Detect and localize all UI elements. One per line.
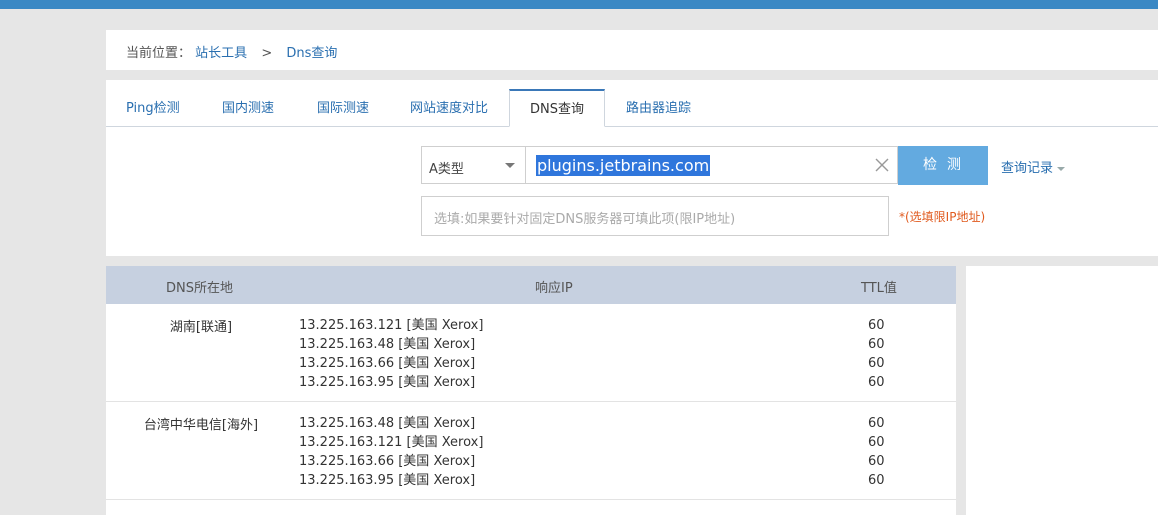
- header-ttl: TTL值: [861, 281, 897, 296]
- record-type-value: A类型: [429, 162, 464, 177]
- query-history-dropdown[interactable]: 查询记录: [1001, 157, 1066, 176]
- row-ttl: 60: [868, 416, 885, 431]
- tab-traceroute[interactable]: 路由器追踪: [626, 90, 691, 126]
- query-history-label: 查询记录: [1001, 161, 1054, 176]
- breadcrumb-separator: >: [261, 46, 273, 61]
- row-ip: 13.225.163.121 [美国 Xerox]: [299, 435, 484, 450]
- breadcrumb: 当前位置： 站长工具 > Dns查询: [126, 42, 337, 61]
- header-response-ip: 响应IP: [535, 281, 573, 296]
- breadcrumb-link-webmaster-tools[interactable]: 站长工具: [195, 46, 247, 61]
- row-ttl: 60: [868, 337, 885, 352]
- record-type-select[interactable]: A类型: [421, 146, 526, 184]
- domain-input[interactable]: plugins.jetbrains.com: [526, 146, 898, 184]
- row-location: 台湾中华电信[海外]: [143, 418, 259, 433]
- header-dns-location: DNS所在地: [166, 281, 233, 296]
- chevron-down-icon: [505, 163, 515, 168]
- row-ttl: 60: [868, 473, 885, 488]
- dns-server-placeholder: 选填:如果要针对固定DNS服务器可填此项(限IP地址): [434, 212, 736, 227]
- row-ip: 13.225.163.95 [美国 Xerox]: [299, 473, 476, 488]
- row-ttl-list: 60 60 60 60: [868, 414, 885, 490]
- breadcrumb-current[interactable]: Dns查询: [286, 46, 337, 61]
- tab-dns-query[interactable]: DNS查询: [509, 89, 605, 127]
- dns-server-input[interactable]: 选填:如果要针对固定DNS服务器可填此项(限IP地址): [421, 196, 889, 236]
- tab-speed-compare[interactable]: 网站速度对比: [410, 90, 488, 126]
- tab-ping[interactable]: Ping检测: [126, 90, 180, 126]
- row-ip: 13.225.163.95 [美国 Xerox]: [299, 375, 476, 390]
- row-ip-list: 13.225.163.121 [美国 Xerox] 13.225.163.48 …: [299, 316, 483, 392]
- caret-down-icon: [1057, 166, 1066, 171]
- breadcrumb-panel: 当前位置： 站长工具 > Dns查询: [106, 30, 1158, 70]
- row-ttl-list: 60 60 60 60: [868, 316, 885, 392]
- row-ttl: 60: [868, 454, 885, 469]
- row-location: 湖南[联通]: [169, 320, 233, 335]
- row-ttl: 60: [868, 356, 885, 371]
- row-ip: 13.225.163.48 [美国 Xerox]: [299, 337, 476, 352]
- breadcrumb-label: 当前位置：: [126, 46, 192, 61]
- query-panel: Ping检测 国内测速 国际测速 网站速度对比 DNS查询 路由器追踪 A类型 …: [106, 80, 1158, 256]
- dns-server-hint: *(选填限IP地址): [899, 210, 986, 224]
- tab-international-speed[interactable]: 国际测速: [317, 90, 369, 126]
- row-ip: 13.225.163.66 [美国 Xerox]: [299, 454, 476, 469]
- table-row: 湖南[联通] 13.225.163.121 [美国 Xerox] 13.225.…: [106, 304, 956, 402]
- row-ip: 13.225.163.66 [美国 Xerox]: [299, 356, 476, 371]
- results-table: DNS所在地 响应IP TTL值 湖南[联通] 13.225.163.121 […: [106, 266, 956, 515]
- row-ip-list: 13.225.163.48 [美国 Xerox] 13.225.163.121 …: [299, 414, 483, 490]
- row-ip: 13.225.163.121 [美国 Xerox]: [299, 318, 484, 333]
- check-button[interactable]: 检测: [898, 146, 988, 185]
- tab-domestic-speed[interactable]: 国内测速: [222, 90, 274, 126]
- tool-tabs: Ping检测 国内测速 国际测速 网站速度对比 DNS查询 路由器追踪: [106, 89, 1158, 127]
- top-accent-bar: [0, 0, 1158, 9]
- side-panel: [966, 266, 1158, 515]
- table-row: 台湾中华电信[海外] 13.225.163.48 [美国 Xerox] 13.2…: [106, 402, 956, 500]
- row-ttl: 60: [868, 435, 885, 450]
- row-ttl: 60: [868, 318, 885, 333]
- row-ttl: 60: [868, 375, 885, 390]
- table-header: DNS所在地 响应IP TTL值: [106, 266, 956, 304]
- domain-input-value: plugins.jetbrains.com: [536, 155, 711, 176]
- row-ip: 13.225.163.48 [美国 Xerox]: [299, 416, 476, 431]
- clear-icon[interactable]: [871, 154, 893, 176]
